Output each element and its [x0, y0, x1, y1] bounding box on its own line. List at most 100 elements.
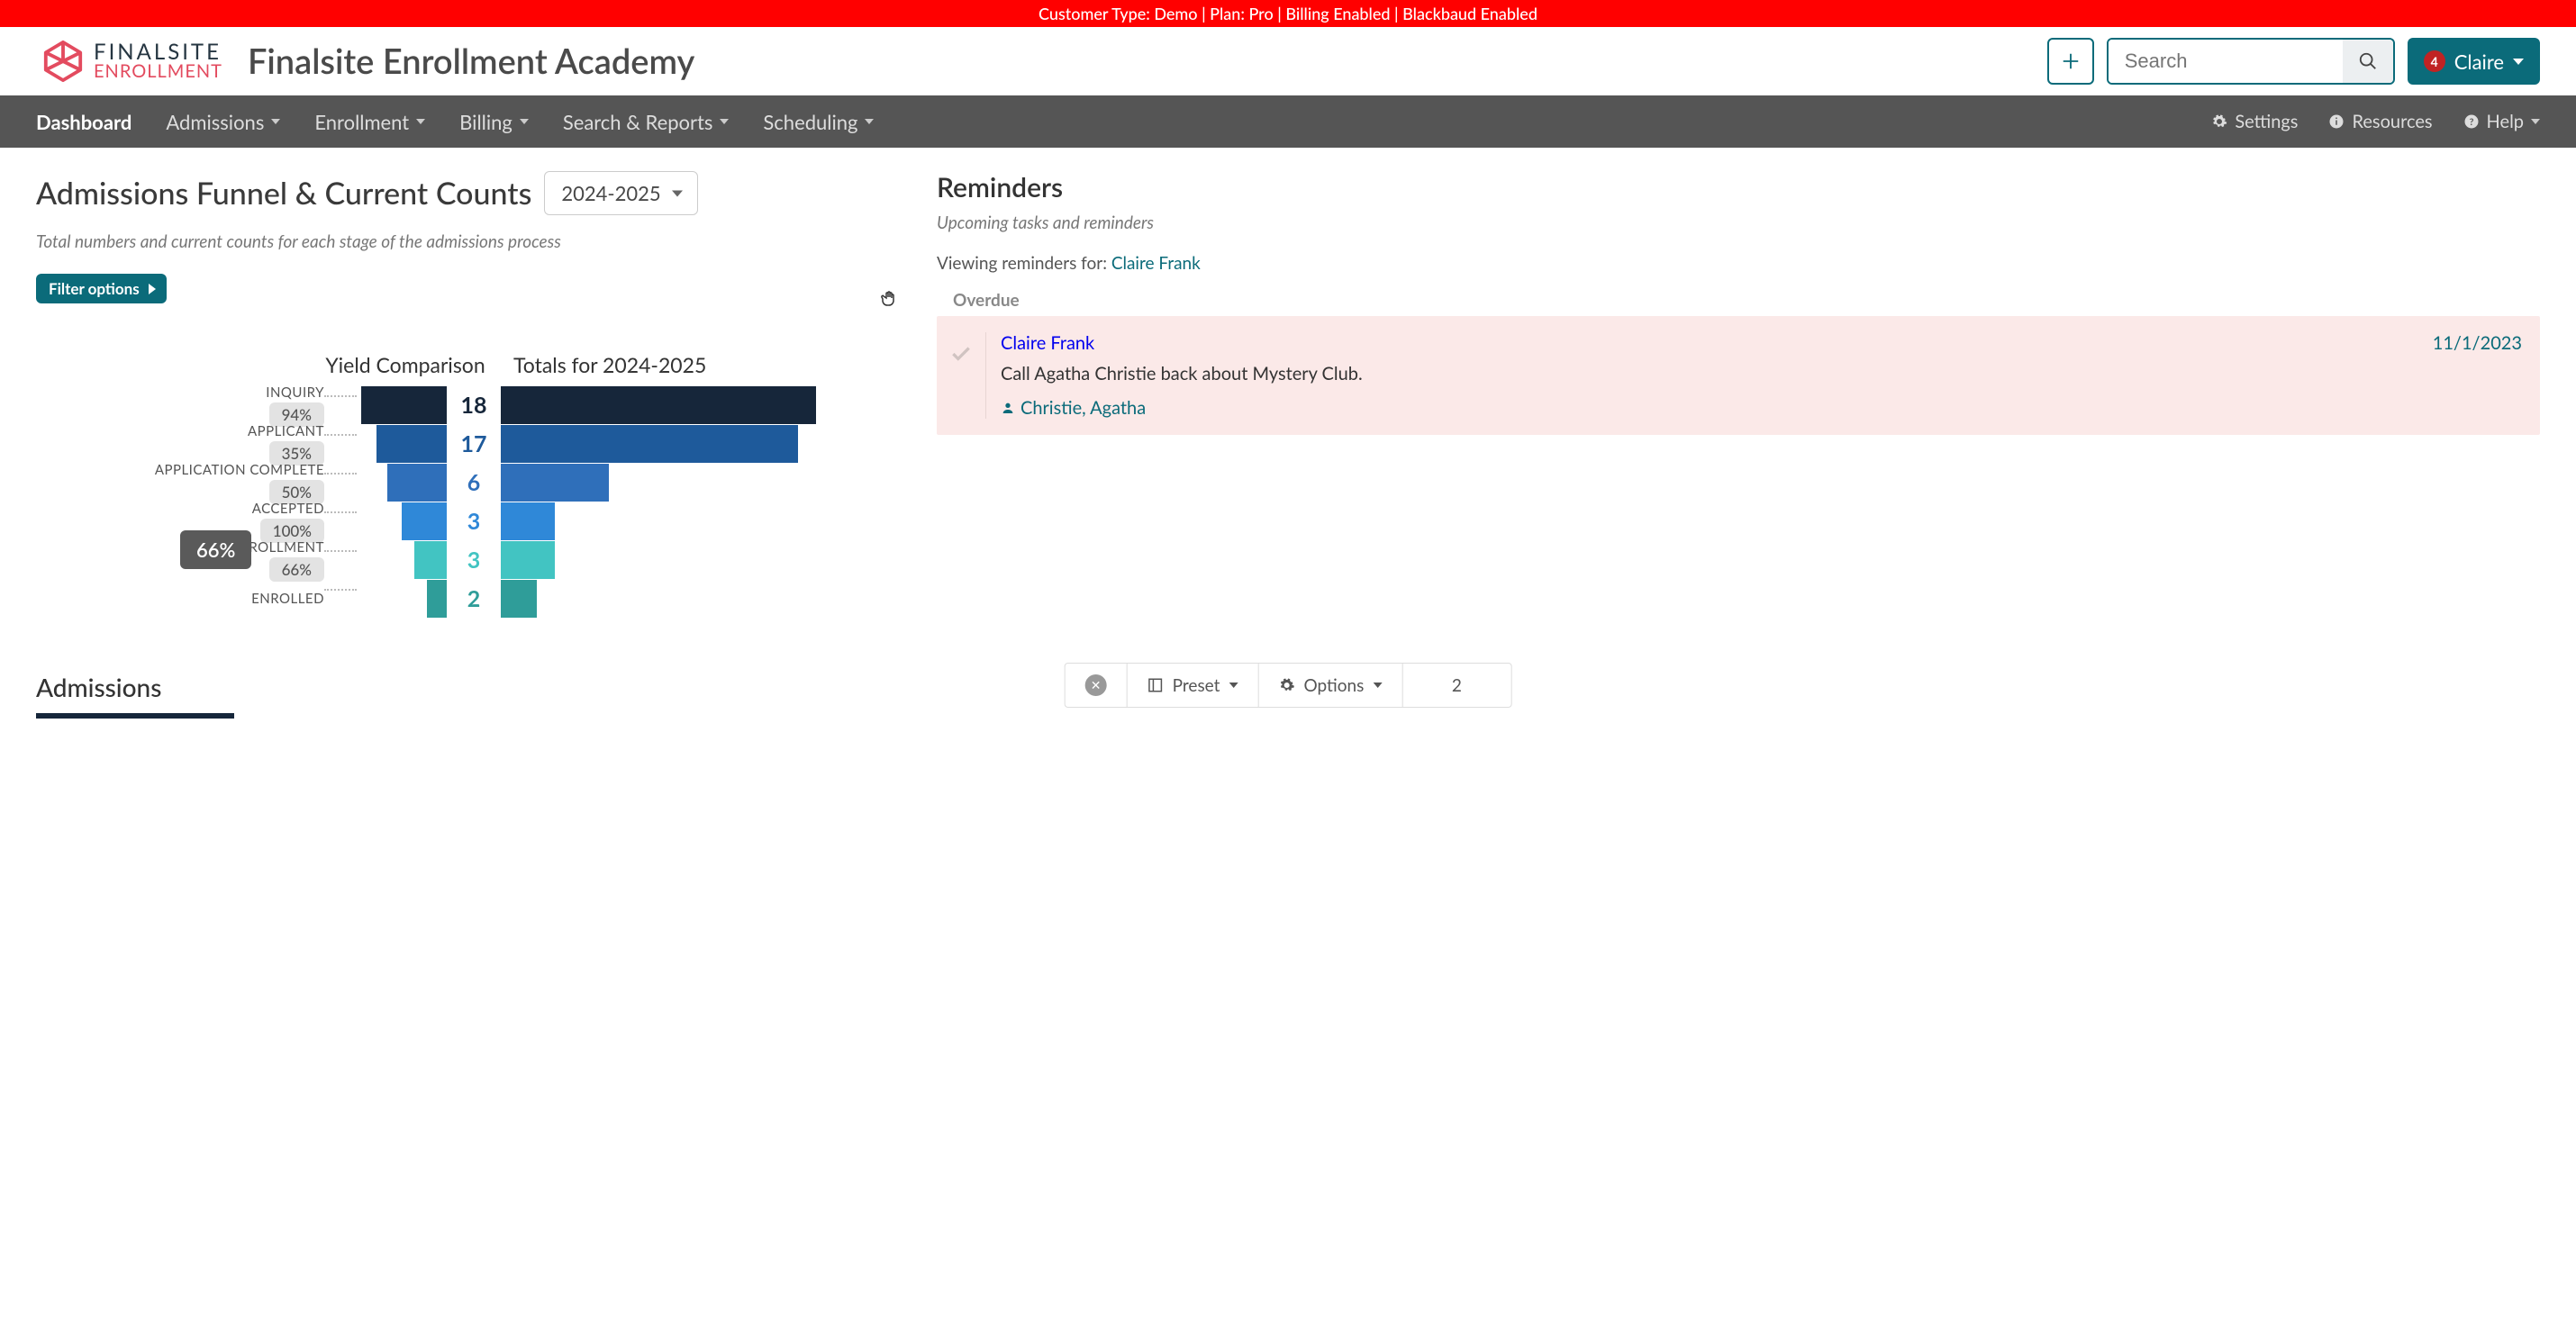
- filter-options-button[interactable]: Filter options: [36, 274, 167, 303]
- reminders-title: Reminders: [937, 171, 2540, 203]
- dotted-connector: [324, 589, 357, 591]
- close-icon: ✕: [1085, 674, 1107, 696]
- reminder-person-name: Christie, Agatha: [1020, 397, 1146, 419]
- reminders-viewing-user[interactable]: Claire Frank: [1111, 253, 1201, 274]
- nav-scheduling[interactable]: Scheduling: [763, 110, 874, 134]
- nav-billing[interactable]: Billing: [459, 110, 529, 134]
- info-icon: [2328, 113, 2345, 130]
- nav-enrollment[interactable]: Enrollment: [314, 110, 425, 134]
- funnel-row[interactable]: INQUIRY94%18: [36, 386, 901, 424]
- gear-icon: [1278, 677, 1294, 693]
- reminder-user[interactable]: Claire Frank: [1001, 332, 1094, 354]
- nav-search-reports[interactable]: Search & Reports: [563, 110, 730, 134]
- chevron-down-icon: [1373, 683, 1382, 688]
- nav-resources[interactable]: Resources: [2328, 111, 2432, 132]
- reminder-date: 11/1/2023: [2433, 332, 2522, 354]
- funnel-step-pct: 66%: [269, 557, 324, 582]
- funnel-value: 2: [447, 585, 501, 612]
- funnel-row[interactable]: ACCEPTED100%3: [36, 502, 901, 540]
- user-menu[interactable]: 4 Claire: [2408, 38, 2540, 85]
- dotted-connector: [324, 473, 357, 475]
- bottom-toolbar: ✕ Preset Options 2: [1065, 663, 1512, 708]
- brand-line2: ENROLLMENT: [94, 63, 222, 80]
- person-icon: [1001, 401, 1015, 415]
- toolbar-close[interactable]: ✕: [1066, 664, 1128, 707]
- academy-title: Finalsite Enrollment Academy: [248, 41, 694, 82]
- section-subtitle: Total numbers and current counts for eac…: [36, 231, 901, 252]
- funnel-row[interactable]: ENROLLMENT66%3: [36, 541, 901, 579]
- demo-banner: Customer Type: Demo | Plan: Pro | Billin…: [0, 0, 2576, 27]
- reminder-check-icon[interactable]: [949, 332, 986, 419]
- toolbar-page-number: 2: [1452, 675, 1462, 696]
- nav-label: Resources: [2352, 111, 2432, 132]
- chevron-right-icon: [149, 284, 156, 294]
- funnel-bar-right: [501, 541, 555, 579]
- chevron-down-icon: [720, 119, 729, 124]
- chevron-down-icon: [2531, 119, 2540, 124]
- chevron-down-icon: [1229, 683, 1238, 688]
- funnel-bar-left: [402, 502, 447, 540]
- chevron-down-icon: [416, 119, 425, 124]
- reminder-card[interactable]: Claire Frank 11/1/2023 Call Agatha Chris…: [937, 316, 2540, 435]
- dotted-connector: [324, 395, 357, 397]
- funnel-stage-label: ACCEPTED: [252, 501, 324, 517]
- funnel-row[interactable]: APPLICATION COMPLETE50%6: [36, 464, 901, 502]
- funnel-value: 3: [447, 547, 501, 574]
- nav-label: Billing: [459, 110, 512, 134]
- funnel-row[interactable]: ENROLLED2: [36, 580, 901, 618]
- overdue-label: Overdue: [953, 290, 2540, 311]
- svg-text:?: ?: [2469, 117, 2473, 128]
- admissions-underline: [36, 713, 234, 719]
- chart-header-totals: Totals for 2024-2025: [513, 352, 706, 377]
- search-group: [2107, 38, 2395, 85]
- reminders-subtitle: Upcoming tasks and reminders: [937, 212, 2540, 233]
- nav-dashboard[interactable]: Dashboard: [36, 110, 132, 134]
- nav-admissions[interactable]: Admissions: [166, 110, 280, 134]
- search-input[interactable]: [2109, 40, 2343, 83]
- top-header: FINALSITE ENROLLMENT Finalsite Enrollmen…: [0, 27, 2576, 95]
- toolbar-preset[interactable]: Preset: [1128, 664, 1259, 707]
- layout-icon: [1147, 677, 1164, 693]
- nav-settings[interactable]: Settings: [2211, 111, 2298, 132]
- funnel-chart: Yield Comparison Totals for 2024-2025 IN…: [36, 352, 901, 618]
- nav-label: Enrollment: [314, 110, 409, 134]
- gear-icon: [2211, 113, 2227, 130]
- funnel-bar-left: [427, 580, 447, 618]
- reminder-message: Call Agatha Christie back about Mystery …: [1001, 363, 2522, 384]
- year-select[interactable]: 2024-2025: [544, 171, 697, 215]
- finalsite-logo-icon: [41, 40, 85, 83]
- nav-help[interactable]: ? Help: [2463, 111, 2540, 132]
- dotted-connector: [324, 511, 357, 513]
- chevron-down-icon: [865, 119, 874, 124]
- brand-logo[interactable]: FINALSITE ENROLLMENT: [41, 40, 222, 83]
- help-icon: ?: [2463, 113, 2480, 130]
- reminders-viewing-prefix: Viewing reminders for:: [937, 253, 1111, 274]
- add-button[interactable]: [2047, 38, 2094, 85]
- dotted-connector: [324, 550, 357, 552]
- search-button[interactable]: [2343, 40, 2393, 83]
- nav-label: Settings: [2235, 111, 2298, 132]
- notification-badge: 4: [2424, 50, 2445, 72]
- filter-label: Filter options: [49, 279, 140, 298]
- search-icon: [2358, 51, 2378, 71]
- funnel-bar-right: [501, 386, 816, 424]
- plus-icon: [2061, 51, 2081, 71]
- overall-yield-badge: 66%: [180, 530, 251, 569]
- funnel-row[interactable]: APPLICANT35%17: [36, 425, 901, 463]
- main-nav: Dashboard Admissions Enrollment Billing …: [0, 95, 2576, 148]
- toolbar-label: Preset: [1173, 675, 1220, 696]
- brand-text: FINALSITE ENROLLMENT: [94, 42, 222, 80]
- chart-header-yield: Yield Comparison: [306, 352, 504, 377]
- funnel-value: 6: [447, 469, 501, 496]
- reminder-person-link[interactable]: Christie, Agatha: [1001, 397, 2522, 419]
- funnel-bar-left: [376, 425, 447, 463]
- funnel-bar-right: [501, 580, 537, 618]
- move-cursor-icon: [879, 288, 901, 314]
- funnel-stage-label: INQUIRY: [266, 384, 324, 401]
- toolbar-options[interactable]: Options: [1258, 664, 1402, 707]
- section-title: Admissions Funnel & Current Counts: [36, 175, 531, 212]
- toolbar-page[interactable]: 2: [1402, 664, 1510, 707]
- funnel-value: 17: [447, 430, 501, 457]
- funnel-bar-left: [387, 464, 447, 502]
- funnel-stage-label: APPLICATION COMPLETE: [155, 462, 324, 478]
